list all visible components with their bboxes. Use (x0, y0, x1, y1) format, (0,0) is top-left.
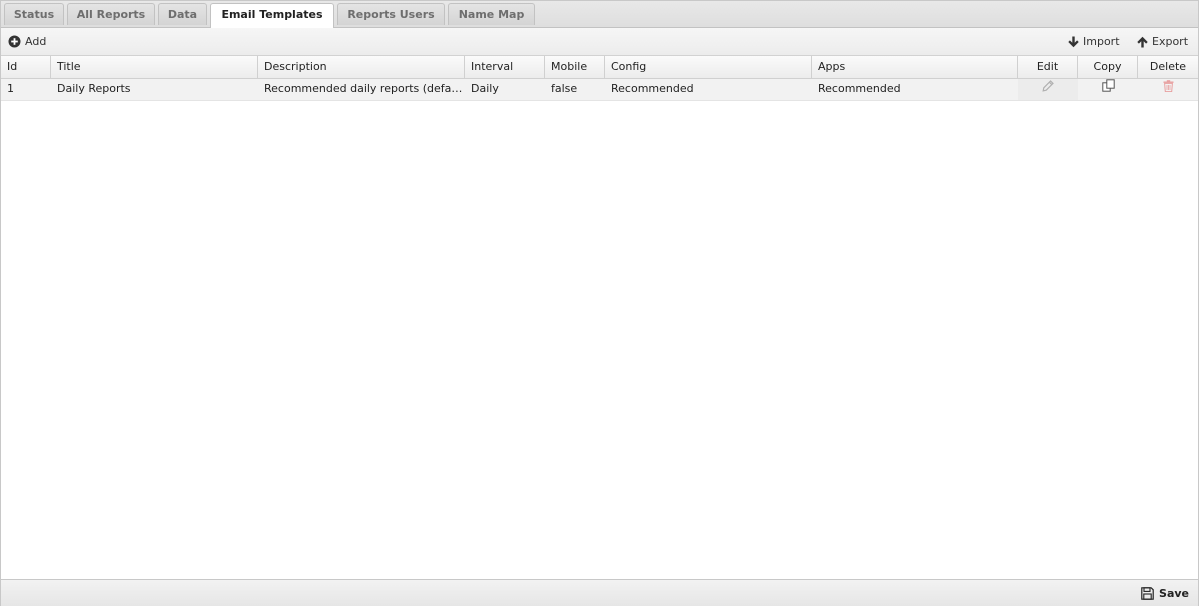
column-header-description[interactable]: Description (258, 56, 465, 78)
tab-email-templates[interactable]: Email Templates (210, 3, 334, 28)
import-button[interactable]: Import (1068, 33, 1120, 50)
cell-interval: Daily (471, 82, 499, 95)
tab-reports-users[interactable]: Reports Users (337, 3, 445, 25)
plus-circle-icon (8, 35, 21, 48)
export-label: Export (1152, 35, 1189, 48)
column-header-edit: Edit (1018, 56, 1078, 78)
column-header-apps[interactable]: Apps (812, 56, 1018, 78)
cell-id: 1 (7, 82, 14, 95)
panel-footer: Save (1, 579, 1198, 606)
column-header-title[interactable]: Title (51, 56, 258, 78)
arrow-down-icon (1068, 36, 1079, 48)
table-row[interactable]: 1 Daily Reports Recommended daily report… (1, 79, 1198, 101)
column-header-id[interactable]: Id (1, 56, 51, 78)
tab-status[interactable]: Status (4, 3, 64, 25)
grid-toolbar: Add Import Export (1, 28, 1198, 56)
column-header-config[interactable]: Config (605, 56, 812, 78)
trash-icon (1163, 80, 1173, 93)
tab-name-map[interactable]: Name Map (448, 3, 535, 25)
column-header-delete: Delete (1149, 60, 1187, 73)
tab-all-reports[interactable]: All Reports (67, 3, 155, 25)
copy-cell (1078, 79, 1138, 100)
import-label: Import (1083, 35, 1120, 48)
column-header-interval[interactable]: Interval (465, 56, 545, 78)
save-button[interactable]: Save (1141, 585, 1189, 602)
grid-header: Id Title Description Interval Mobile Con… (1, 56, 1198, 79)
add-button[interactable]: Add (8, 33, 46, 50)
pencil-icon (1042, 80, 1054, 92)
cell-description: Recommended daily reports (default) (264, 82, 465, 95)
column-header-copy: Copy (1078, 56, 1138, 78)
cell-title: Daily Reports (57, 82, 131, 95)
edit-button[interactable] (1042, 79, 1054, 99)
cell-mobile: false (551, 82, 578, 95)
edit-cell (1018, 79, 1078, 100)
column-header-mobile[interactable]: Mobile (545, 56, 605, 78)
save-label: Save (1159, 587, 1189, 600)
copy-button[interactable] (1101, 79, 1115, 99)
add-label: Add (25, 35, 47, 48)
tab-data[interactable]: Data (158, 3, 207, 25)
export-button[interactable]: Export (1137, 33, 1188, 50)
cell-config: Recommended (611, 82, 694, 95)
copy-icon (1101, 79, 1115, 92)
arrow-up-icon (1137, 36, 1148, 48)
tab-bar: Status All Reports Data Email Templates … (1, 1, 1198, 28)
floppy-disk-icon (1141, 587, 1154, 600)
delete-button[interactable] (1163, 79, 1174, 99)
email-templates-panel: Status All Reports Data Email Templates … (0, 0, 1199, 606)
cell-apps: Recommended (818, 82, 901, 95)
delete-cell (1138, 79, 1198, 100)
